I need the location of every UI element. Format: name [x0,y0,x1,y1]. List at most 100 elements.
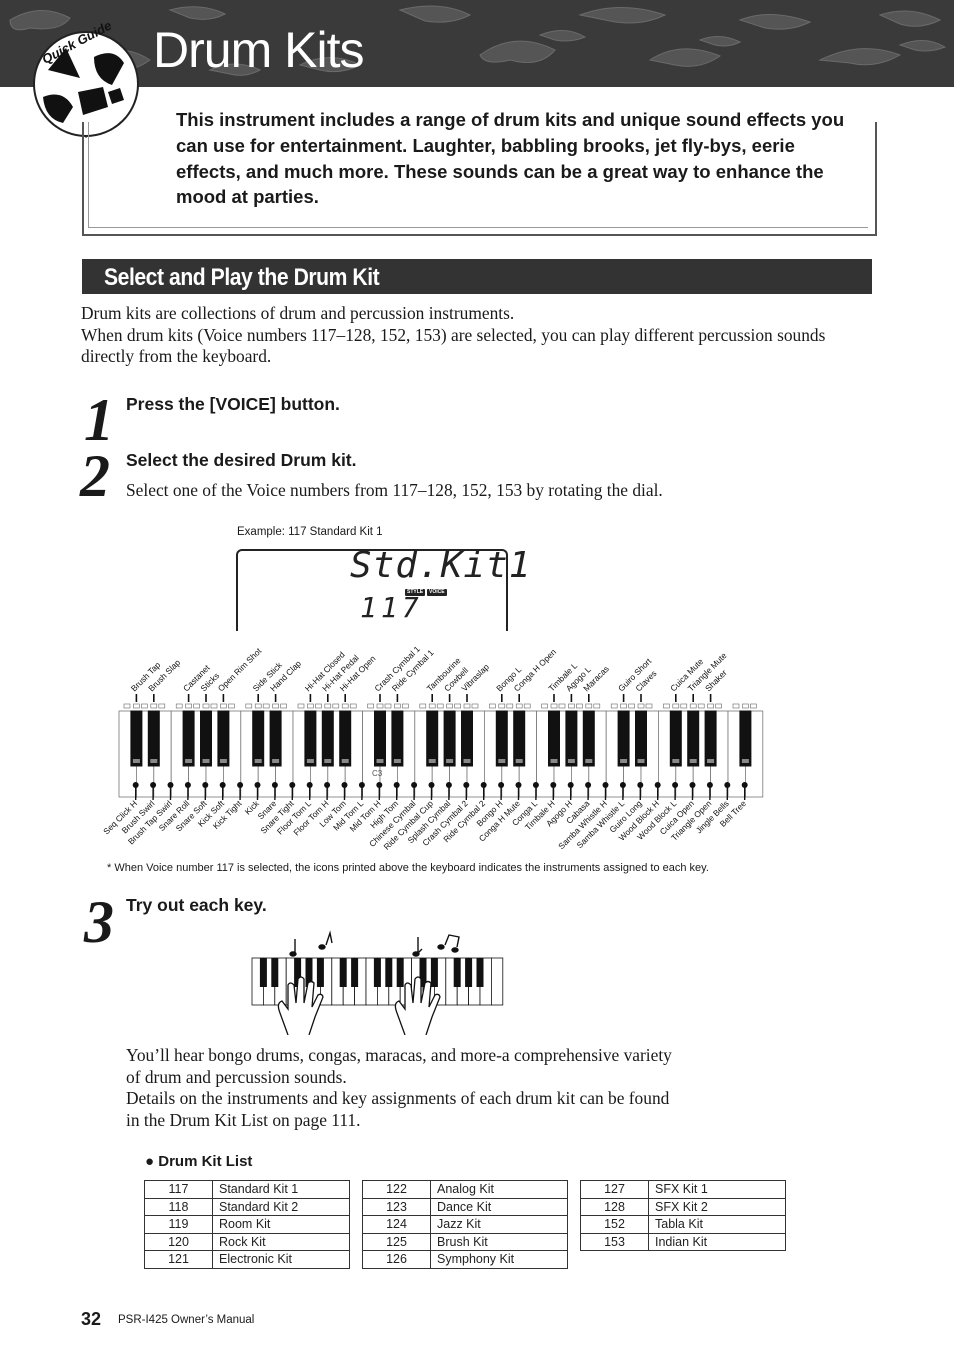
black-key [548,710,560,767]
display-example-caption: Example: 117 Standard Kit 1 [237,526,383,538]
instrument-icon [620,703,627,709]
black-key [130,710,143,767]
kit-number: 117 [144,1180,213,1199]
kit-name: Tabla Kit [648,1215,786,1234]
instrument-icon [245,703,253,709]
black-key [582,710,595,767]
black-key [443,710,456,767]
instrument-icon [697,703,705,709]
black-key [385,958,393,987]
table-row: 128 SFX Kit 2 [580,1197,786,1216]
instrument-icon [384,703,392,709]
section-title: Select and Play the Drum Kit [104,264,380,291]
kit-number: 121 [144,1250,213,1269]
kit-number: 119 [144,1215,213,1234]
black-key [476,958,484,987]
table-row: 127 SFX Kit 1 [580,1180,786,1199]
table-row: 153 Indian Kit [580,1232,786,1251]
instrument-icon [515,703,523,709]
keyboard-footnote: * When Voice number 117 is selected, the… [107,862,709,874]
instrument-icon [489,703,496,709]
black-key [259,958,267,987]
black-key [182,710,195,767]
instrument-icon [446,703,453,709]
instrument-icon [324,703,332,709]
instrument-icon [523,703,531,709]
instrument-icon [628,703,635,709]
instrument-icon [158,703,166,709]
instrument-icon [419,703,427,709]
c3-marker: C3 [372,769,383,778]
table-row: 124 Jazz Kit [362,1215,568,1234]
instrument-icon [610,703,618,709]
step-description: You’ll hear bongo drums, congas, maracas… [126,1045,686,1131]
kit-name: Dance Kit [430,1197,568,1216]
black-key [147,710,160,767]
lcd-voice-number: 117 [360,591,423,624]
black-key [396,958,404,987]
instrument-icon [254,703,262,709]
instrument-icon [585,703,593,709]
black-key [316,958,324,987]
instrument-icon [663,703,670,709]
instrument-icon [272,703,279,709]
instrument-icon [341,703,349,709]
black-key [252,710,265,767]
table-row: 123 Dance Kit [362,1197,568,1216]
instrument-icon [428,703,436,709]
instrument-icon [558,703,566,709]
instrument-icon [742,703,749,709]
drum-kit-list-label: Drum Kit List [158,1153,253,1170]
instrument-icon [376,703,384,709]
kit-number: 120 [144,1232,213,1251]
instrument-icon [349,703,357,709]
table-row: 126 Symphony Kit [362,1250,568,1269]
instrument-icon [367,703,374,709]
table-row: 119 Room Kit [144,1215,350,1234]
kit-number: 118 [144,1197,213,1216]
black-key [704,710,717,767]
table-row: 122 Analog Kit [362,1180,568,1199]
instrument-icon [202,703,210,709]
black-key [461,710,473,767]
kit-name: Rock Kit [212,1232,350,1251]
kit-number: 128 [580,1197,649,1216]
instrument-icon [175,703,183,709]
black-key [465,958,473,987]
black-key [687,710,700,767]
instrument-icon [150,703,158,709]
instrument-icon [280,703,287,709]
instrument-icon [750,703,757,709]
instrument-icon [637,703,645,709]
black-key [339,958,347,987]
instrument-icon [680,703,688,709]
step-title: Press the [VOICE] button. [126,394,340,414]
instrument-icon [394,703,401,709]
instrument-icon [454,703,461,709]
instrument-icon [593,703,601,709]
step-number: 2 [80,443,110,509]
instrument-icon [332,703,340,709]
kit-number: 127 [580,1180,649,1199]
black-key [200,710,212,767]
page-title: Drum Kits [153,22,364,78]
drum-keyboard-diagram: Brush TapBrush SlapCastanetSticksOpen Ri… [101,644,764,852]
kit-number: 125 [362,1232,431,1251]
intro-text: This instrument includes a range of drum… [176,109,845,208]
instrument-icon [550,703,558,709]
black-key [391,710,404,767]
kit-name: Jazz Kit [430,1215,568,1234]
black-key [453,958,461,987]
black-key [373,958,381,987]
black-key [304,710,317,767]
step-title: Select the desired Drum kit. [126,450,357,470]
kit-name: SFX Kit 2 [648,1197,786,1216]
kit-name: SFX Kit 1 [648,1180,786,1199]
black-key [739,710,752,767]
black-key [617,710,630,767]
step-number: 1 [84,387,114,453]
bullet-icon: ● [145,1153,155,1170]
drum-kit-table: 122 Analog Kit 123 Dance Kit 124 Jazz Kit 125 B… [362,1180,568,1269]
quick-guide-logo: Quick Guide [33,22,139,138]
manual-name: PSR-I425 Owner’s Manual [118,1314,255,1326]
